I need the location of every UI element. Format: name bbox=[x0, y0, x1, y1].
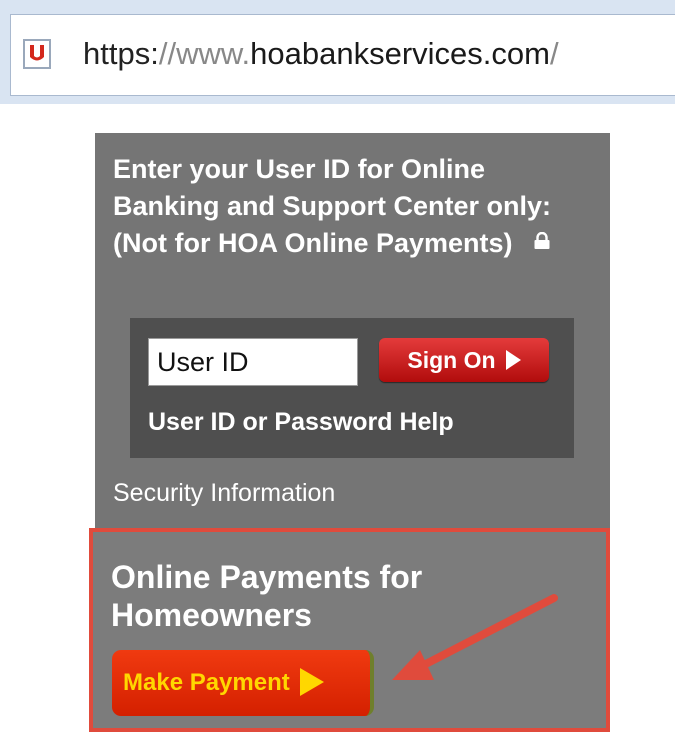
sign-on-button[interactable]: Sign On bbox=[379, 338, 549, 382]
url-scheme: https: bbox=[83, 36, 159, 71]
user-id-input[interactable] bbox=[148, 338, 358, 386]
url-separator: // bbox=[158, 36, 177, 71]
play-arrow-icon bbox=[299, 667, 324, 696]
online-payments-box: Online Payments for Homeowners Make Paym… bbox=[89, 528, 610, 732]
login-heading: Enter your User ID for Online Banking an… bbox=[113, 151, 583, 262]
sign-on-label: Sign On bbox=[407, 346, 496, 373]
browser-toolbar: https://www.hoabankservices.com/ bbox=[0, 0, 675, 104]
shield-u-icon bbox=[23, 39, 51, 69]
sign-on-box: Sign On User ID or Password Help bbox=[130, 318, 574, 458]
url-text[interactable]: https://www.hoabankservices.com/ bbox=[83, 35, 559, 73]
make-payment-button[interactable]: Make Payment bbox=[112, 650, 374, 716]
password-help-link[interactable]: User ID or Password Help bbox=[148, 406, 454, 438]
url-slash: / bbox=[549, 36, 559, 71]
lock-icon bbox=[533, 223, 551, 260]
login-heading-text: Enter your User ID for Online Banking an… bbox=[113, 154, 552, 258]
login-panel: Enter your User ID for Online Banking an… bbox=[95, 133, 610, 528]
security-information-link[interactable]: Security Information bbox=[113, 477, 335, 509]
address-bar[interactable]: https://www.hoabankservices.com/ bbox=[10, 14, 675, 96]
payments-title: Online Payments for Homeowners bbox=[111, 559, 423, 633]
url-domain: hoabankservices.com bbox=[250, 36, 550, 71]
url-www: www. bbox=[176, 36, 251, 71]
make-payment-label: Make Payment bbox=[123, 669, 290, 696]
play-arrow-icon bbox=[505, 349, 521, 370]
